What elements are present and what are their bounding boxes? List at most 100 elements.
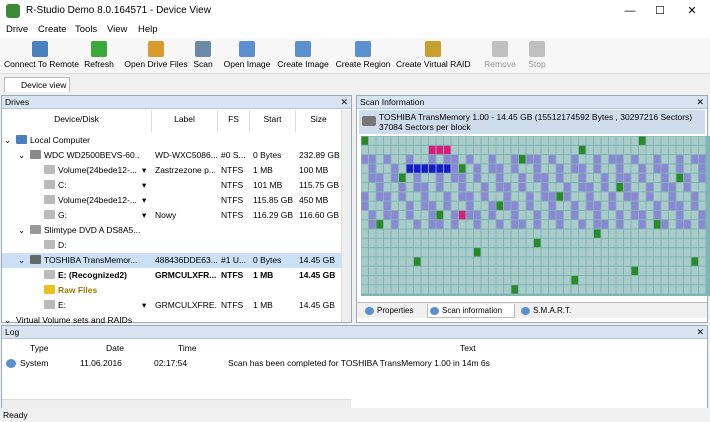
drive-row[interactable]: D: <box>2 238 342 253</box>
block-cell <box>556 257 563 266</box>
column-start[interactable]: Start <box>250 110 296 132</box>
volume-icon <box>44 165 55 174</box>
block-cell <box>451 201 458 210</box>
expand-icon[interactable]: ⌄ <box>18 223 25 238</box>
block-cell <box>406 155 413 164</box>
block-cell <box>444 173 451 182</box>
block-cell <box>639 266 646 275</box>
expand-icon[interactable]: ⌄ <box>4 133 11 148</box>
block-cell <box>684 136 691 145</box>
block-cell <box>579 145 586 155</box>
tab-properties[interactable]: Properties <box>363 304 425 318</box>
drive-row[interactable]: ⌄ TOSHIBA TransMemor... 488436DDE63... #1 U… <box>2 253 342 268</box>
block-cell <box>564 257 571 266</box>
horizontal-scrollbar[interactable] <box>2 399 351 408</box>
drive-row[interactable]: Volume{24bede12-... Zastrzezone p... NTFS 1… <box>2 163 342 178</box>
raid-icon <box>425 41 441 57</box>
dropdown-icon[interactable]: ▾ <box>142 163 146 178</box>
tab-smart[interactable]: S.M.A.R.T. <box>519 304 579 318</box>
remove-button[interactable]: Remove <box>482 40 518 73</box>
menu-help[interactable]: Help <box>138 24 158 35</box>
dropdown-icon[interactable]: ▾ <box>142 298 146 313</box>
block-cell <box>466 136 473 145</box>
block-cell <box>511 210 518 220</box>
block-cell <box>691 210 698 220</box>
block-cell <box>474 136 481 145</box>
device-name: WDC WD2500BEVS-60... <box>30 148 140 163</box>
block-cell <box>579 173 586 182</box>
dropdown-icon[interactable]: ▾ <box>142 208 146 223</box>
menu-drive[interactable]: Drive <box>6 24 28 35</box>
dropdown-icon[interactable]: ▾ <box>142 193 146 208</box>
scrollbar[interactable] <box>341 110 351 322</box>
menu-tools[interactable]: Tools <box>75 24 97 35</box>
expand-icon[interactable]: ⌄ <box>18 148 25 163</box>
block-cell <box>661 266 668 275</box>
block-cell <box>541 201 548 210</box>
refresh-button[interactable]: Refresh <box>80 40 118 73</box>
close-button[interactable]: ✕ <box>676 0 708 22</box>
close-icon[interactable]: ✕ <box>696 326 704 339</box>
drive-row[interactable]: ⌄ Slimtype DVD A DS8A5... <box>2 223 342 238</box>
minimize-button[interactable]: — <box>614 0 646 22</box>
block-cell <box>646 248 653 257</box>
dropdown-icon[interactable]: ▾ <box>142 178 146 193</box>
block-cell <box>699 173 706 182</box>
block-cell <box>586 220 593 229</box>
block-cell <box>609 257 616 266</box>
tab-scan-information[interactable]: Scan information <box>427 304 515 318</box>
column-device-disk[interactable]: Device/Disk <box>2 110 152 132</box>
block-cell <box>676 238 683 248</box>
drive-row[interactable]: Volume{24bede12-... NTFS 115.85 GB 450 MB ▾ <box>2 193 342 208</box>
drive-row[interactable]: E: (Recognized2) GRMCULXFR... NTFS 1 MB 14.4… <box>2 268 342 283</box>
block-cell <box>436 136 443 145</box>
block-cell <box>376 155 383 164</box>
block-cell <box>459 210 466 220</box>
block-cell <box>414 173 421 182</box>
connect-to-remote-button[interactable]: Connect To Remote <box>4 40 79 73</box>
block-cell <box>384 266 391 275</box>
block-cell <box>624 155 631 164</box>
block-cell <box>579 183 586 192</box>
create-region-button[interactable]: Create Region <box>334 40 392 73</box>
close-icon[interactable]: ✕ <box>696 96 704 109</box>
block-cell <box>691 229 698 238</box>
column-type[interactable]: Type <box>30 342 48 355</box>
column-label[interactable]: Label <box>152 110 218 132</box>
create-virtual-raid-button[interactable]: Create Virtual RAID <box>396 40 470 73</box>
drive-row[interactable]: Raw Files <box>2 283 342 298</box>
column-size[interactable]: Size <box>296 110 342 132</box>
block-cell <box>639 183 646 192</box>
menu-create[interactable]: Create <box>38 24 67 35</box>
close-icon[interactable]: ✕ <box>340 96 348 109</box>
menu-view[interactable]: View <box>107 24 127 35</box>
block-cell <box>631 266 638 275</box>
block-cell <box>496 136 503 145</box>
device-name: E: <box>44 298 140 313</box>
stop-button[interactable]: Stop <box>522 40 552 73</box>
column-date[interactable]: Date <box>106 342 124 355</box>
column-fs[interactable]: FS <box>218 110 250 132</box>
drive-row[interactable]: G: Nowy NTFS 116.29 GB 116.60 GB ▾ <box>2 208 342 223</box>
block-cell <box>631 276 638 285</box>
create-image-button[interactable]: Create Image <box>276 40 330 73</box>
maximize-button[interactable]: ☐ <box>644 0 676 22</box>
column-time[interactable]: Time <box>178 342 197 355</box>
drive-row[interactable]: C: NTFS 101 MB 115.75 GB ▾ <box>2 178 342 193</box>
block-cell <box>519 276 526 285</box>
column-text[interactable]: Text <box>460 342 476 355</box>
drive-row[interactable]: ⌄ Local Computer <box>2 133 342 148</box>
scan-button[interactable]: Scan <box>190 40 216 73</box>
drive-row[interactable]: E: GRMCULXFRE... NTFS 1 MB 14.45 GB ▾ <box>2 298 342 313</box>
tab-device-view[interactable]: Device view <box>4 77 70 92</box>
expand-icon[interactable]: ⌄ <box>18 253 25 268</box>
block-cell <box>444 229 451 238</box>
open-drive-files-button[interactable]: Open Drive Files <box>124 40 188 73</box>
block-cell <box>526 164 533 173</box>
log-row[interactable]: System 11.06.2016 02:17:54 Scan has been… <box>2 357 702 370</box>
open-image-icon <box>239 41 255 57</box>
block-cell <box>519 155 526 164</box>
drive-row[interactable]: ⌄ WDC WD2500BEVS-60... WD-WXC5086... #0 S..… <box>2 148 342 163</box>
block-cell <box>384 248 391 257</box>
open-image-button[interactable]: Open Image <box>222 40 272 73</box>
